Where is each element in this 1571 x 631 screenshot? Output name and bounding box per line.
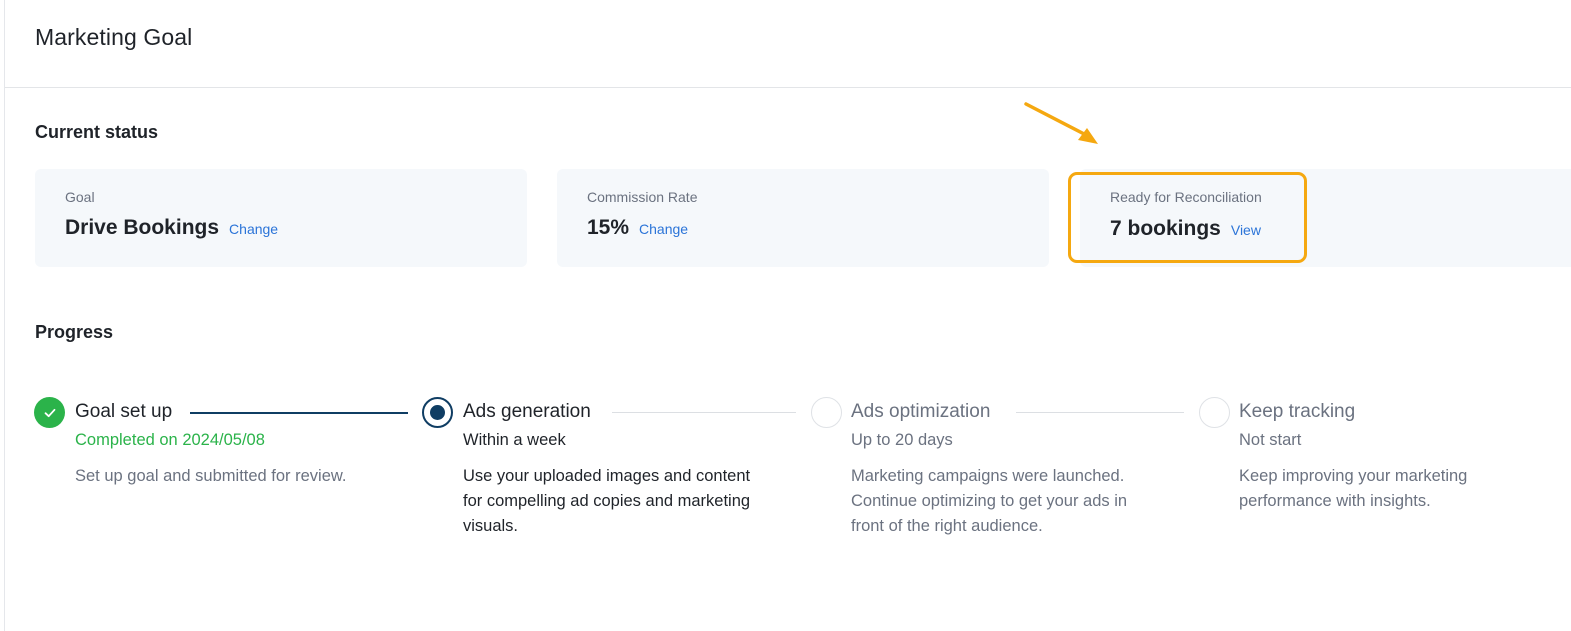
description-line: performance with insights. xyxy=(1239,492,1431,510)
progress-heading: Progress xyxy=(35,322,114,342)
current-step-radio-icon xyxy=(422,397,453,428)
step-goal-setup-description: Set up goal and submitted for review. xyxy=(75,464,405,489)
description-line: Use your uploaded images and content xyxy=(463,467,751,485)
change-goal-link[interactable]: Change xyxy=(229,221,278,237)
commission-rate-label: Commission Rate xyxy=(587,189,698,205)
step-ads-optimization-title: Ads optimization xyxy=(851,401,991,422)
step-ads-generation-title: Ads generation xyxy=(463,401,591,422)
pending-step-circle-icon xyxy=(1199,397,1230,428)
check-circle-icon xyxy=(34,397,65,428)
highlight-box xyxy=(1068,172,1307,263)
description-line: front of the right audience. xyxy=(851,517,1043,535)
step-connector-completed xyxy=(190,412,408,414)
step-keep-tracking-description: Keep improving your marketing performanc… xyxy=(1239,464,1569,514)
description-line: Marketing campaigns were launched. xyxy=(851,467,1125,485)
step-connector-pending xyxy=(1016,412,1184,413)
commission-rate-value: 15% xyxy=(587,216,630,239)
step-ads-generation-description: Use your uploaded images and content for… xyxy=(463,464,793,539)
page-title: Marketing Goal xyxy=(35,24,193,50)
goal-value: Drive Bookings xyxy=(65,216,220,239)
step-connector-pending xyxy=(612,412,796,413)
pending-step-circle-icon xyxy=(811,397,842,428)
goal-card: Goal Drive Bookings Change xyxy=(35,169,527,267)
description-line: Continue optimizing to get your ads in xyxy=(851,492,1128,510)
description-line: Keep improving your marketing xyxy=(1239,467,1468,485)
left-border xyxy=(4,0,5,631)
step-ads-generation-duration: Within a week xyxy=(463,431,566,449)
step-goal-setup-title: Goal set up xyxy=(75,401,173,422)
commission-rate-card: Commission Rate 15% Change xyxy=(557,169,1049,267)
page-header: Marketing Goal xyxy=(5,0,1571,88)
description-line: for compelling ad copies and marketing xyxy=(463,492,751,510)
step-ads-optimization-duration: Up to 20 days xyxy=(851,431,953,449)
step-keep-tracking-title: Keep tracking xyxy=(1239,401,1356,422)
annotation-arrow-icon xyxy=(1024,102,1098,144)
step-goal-setup-status: Completed on 2024/05/08 xyxy=(75,431,265,449)
description-line: visuals. xyxy=(463,517,519,535)
step-ads-optimization-description: Marketing campaigns were launched. Conti… xyxy=(851,464,1181,539)
goal-label: Goal xyxy=(65,189,95,205)
step-keep-tracking-status: Not start xyxy=(1239,431,1302,449)
current-status-heading: Current status xyxy=(35,122,159,142)
change-commission-link[interactable]: Change xyxy=(639,221,688,237)
description-line: Set up goal and submitted for review. xyxy=(75,467,347,485)
